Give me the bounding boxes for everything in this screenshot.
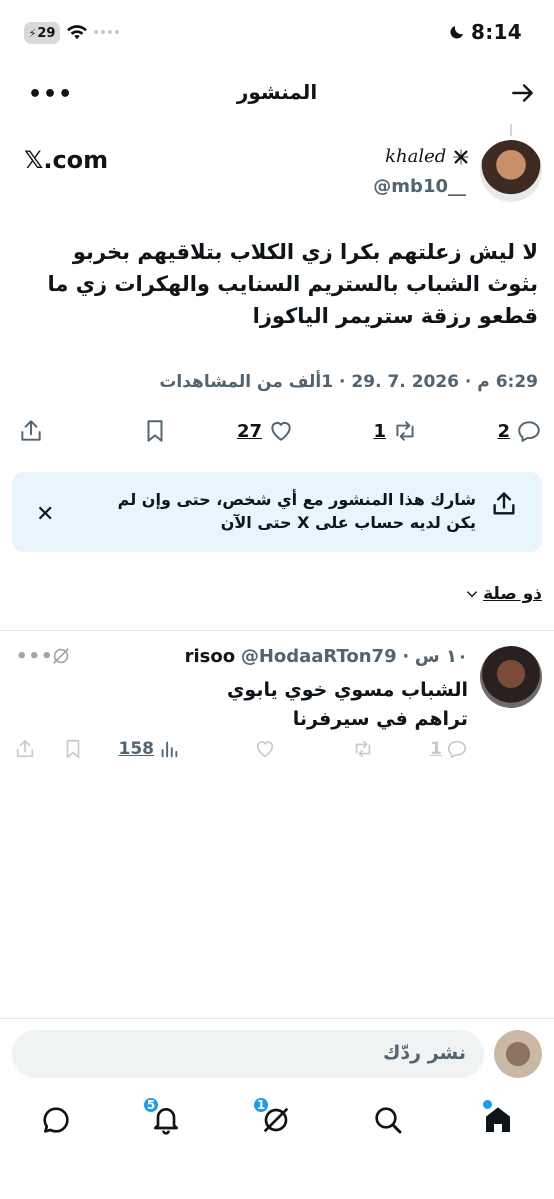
- battery-icon: ⚡ 29: [24, 22, 60, 44]
- messages-icon[interactable]: [40, 1104, 72, 1136]
- post-text-line: لا ليش زعلتهم بكرا زي الكلاب بتلاقيهم بخ…: [72, 240, 538, 264]
- bookmark-icon: [66, 739, 80, 759]
- separator-dot: ·: [402, 646, 410, 667]
- reply-text-line: تراهم في سيرفرنا: [292, 708, 468, 730]
- author-handle[interactable]: @mb10__: [373, 176, 466, 197]
- reply-bookmark-button[interactable]: [62, 738, 84, 760]
- reply-count: 2: [497, 420, 510, 442]
- post-meta: 6:29 م · 2026 .7 .29 · 1ألف من المشاهدات: [159, 372, 538, 392]
- like-count: 27: [236, 420, 262, 442]
- share-icon: [21, 420, 41, 441]
- author-name[interactable]: khaled: [385, 146, 470, 167]
- reply-text-line: الشباب مسوي خوي يابوي: [227, 679, 468, 701]
- author-name-text: khaled: [385, 146, 447, 167]
- reply-author-name[interactable]: risoo: [185, 646, 236, 667]
- relevance-label: ذو صلة: [483, 584, 542, 604]
- like-button[interactable]: 27: [237, 418, 294, 444]
- reply-reply-button[interactable]: 1: [430, 738, 468, 760]
- reply-repost-button[interactable]: [352, 738, 374, 760]
- status-time: 8:14: [471, 20, 522, 44]
- grok-badge: 1: [252, 1096, 270, 1114]
- post-text-line: بثوث الشباب بالستريم السنايب والهكرات زي…: [47, 272, 538, 296]
- compose-placeholder: نشر ردّك: [382, 1042, 466, 1064]
- share-tip-text: شارك هذا المنشور مع أي شخص، حتى وإن لم ي…: [92, 488, 476, 534]
- grok-nav-icon[interactable]: 1: [252, 1096, 292, 1136]
- my-avatar[interactable]: [494, 1030, 542, 1078]
- thread-line: [510, 124, 512, 136]
- reply-share-button[interactable]: [14, 738, 36, 760]
- bookmark-button[interactable]: [142, 418, 168, 444]
- reply-icon: [518, 421, 540, 443]
- author-avatar[interactable]: [480, 140, 542, 202]
- bell-icon[interactable]: 5: [142, 1096, 182, 1136]
- reply-views-count: 158: [118, 739, 155, 759]
- wifi-icon: [66, 23, 88, 41]
- reply-text: الشباب مسوي خوي يابوي تراهم في سيرفرنا: [227, 676, 468, 734]
- post-text: لا ليش زعلتهم بكرا زي الكلاب بتلاقيهم بخ…: [20, 236, 538, 332]
- reply-button[interactable]: 2: [497, 418, 542, 444]
- reply-author-handle[interactable]: @HodaaRTon79: [241, 646, 397, 667]
- reply-icon: [447, 740, 467, 759]
- share-icon: [16, 739, 34, 758]
- repost-count: 1: [373, 420, 386, 442]
- arrow-right-icon[interactable]: [510, 80, 536, 106]
- home-dot-indicator: [483, 1100, 492, 1109]
- views-icon: [161, 741, 178, 758]
- reply-reply-count: 1: [430, 739, 442, 759]
- repost-icon: [355, 740, 371, 758]
- divider: [0, 630, 554, 631]
- home-icon[interactable]: [482, 1100, 514, 1136]
- share-button[interactable]: [18, 418, 44, 444]
- share-tip-line: يكن لديه حساب على X حتى الآن: [220, 513, 476, 532]
- more-options-button[interactable]: •••: [28, 82, 73, 107]
- heart-icon: [271, 421, 291, 441]
- notifications-badge: 5: [142, 1096, 160, 1114]
- source-label[interactable]: 𝕏.com: [24, 146, 108, 174]
- divider: [0, 1018, 554, 1019]
- heart-icon: [256, 741, 274, 758]
- reply-time: ١٠ س: [414, 646, 468, 667]
- search-icon[interactable]: [372, 1104, 404, 1136]
- repost-button[interactable]: 1: [373, 418, 418, 444]
- chevron-down-icon: [466, 591, 478, 598]
- post-text-line: قطعو رزقة ستريمر الياكوزا: [252, 304, 538, 328]
- share-tip-line: شارك هذا المنشور مع أي شخص، حتى وإن لم: [117, 490, 476, 509]
- battery-level: 29: [37, 25, 56, 41]
- bookmark-icon: [147, 420, 163, 442]
- share-tip-card: شارك هذا المنشور مع أي شخص، حتى وإن لم ي…: [12, 472, 542, 552]
- relevance-sort-button[interactable]: ذو صلة: [465, 584, 542, 604]
- repost-icon: [396, 421, 414, 441]
- x-mark-icon: [453, 149, 469, 165]
- reply-views-button[interactable]: 158: [119, 738, 181, 760]
- page-title: المنشور: [236, 80, 318, 104]
- reply-like-button[interactable]: [254, 738, 276, 760]
- share-icon[interactable]: [490, 490, 518, 518]
- reply-compose-input[interactable]: نشر ردّك: [12, 1030, 484, 1078]
- reply-more-button[interactable]: •••: [16, 646, 54, 667]
- signal-icon: [94, 30, 119, 34]
- reply-header: risoo @HodaaRTon79 · ١٠ س: [185, 646, 468, 667]
- reply-avatar[interactable]: [480, 646, 542, 708]
- moon-icon: [448, 23, 466, 41]
- close-icon[interactable]: ✕: [36, 502, 54, 527]
